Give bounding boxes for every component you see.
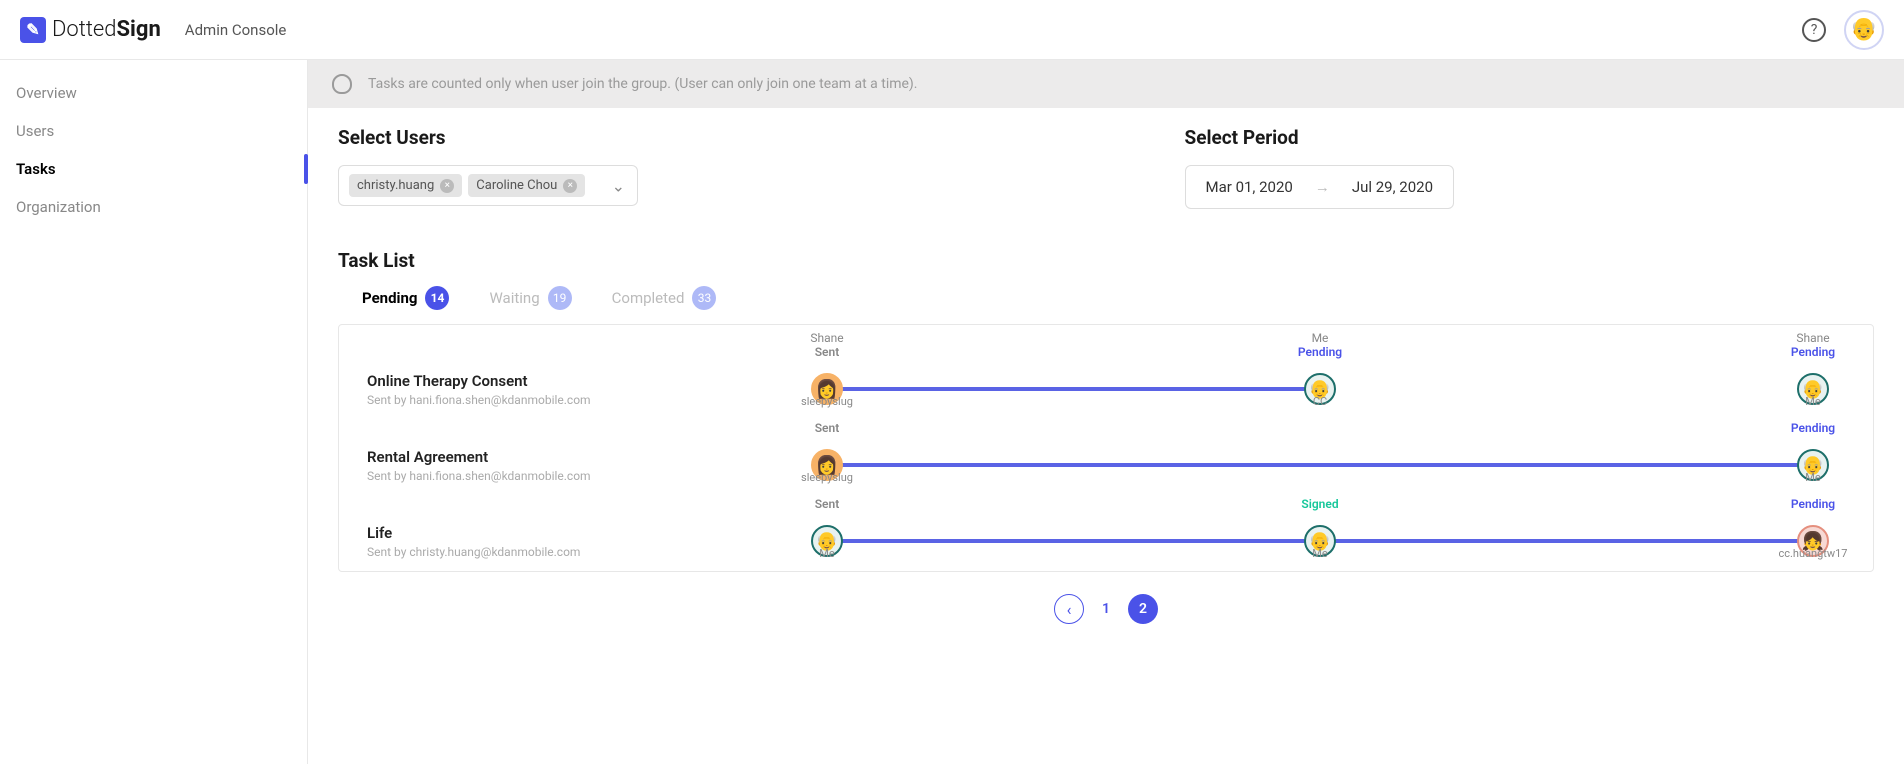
task-timeline: Sent👩sleepyslugPending👴Me (827, 427, 1813, 503)
timeline-top-label: Shane (1796, 331, 1829, 345)
timeline-node: Signed👴Me (1285, 525, 1355, 557)
node-name: CC (1260, 395, 1380, 408)
node-name: Me (1260, 547, 1380, 560)
info-bar: Tasks are counted only when user join th… (308, 60, 1904, 108)
timeline-node: Pending👴Me (1778, 373, 1848, 405)
tab-waiting[interactable]: Waiting 19 (489, 286, 571, 310)
select-users-heading: Select Users (338, 126, 638, 149)
tab-completed[interactable]: Completed 33 (612, 286, 717, 310)
logo[interactable]: ✎ DottedSign (20, 17, 161, 43)
task-subtitle: Sent by christy.huang@kdanmobile.com (367, 545, 827, 559)
timeline-node: Sent👴Me (792, 525, 862, 557)
user-avatar[interactable]: 👴 (1844, 10, 1884, 50)
pagination: ‹ 1 2 (308, 572, 1904, 646)
task-title: Online Therapy Consent (367, 372, 827, 390)
node-name: Me (1753, 395, 1873, 408)
tab-badge: 33 (692, 286, 716, 310)
sidebar: OverviewUsersTasksOrganization (0, 60, 308, 764)
arrow-right-icon: → (1315, 178, 1330, 196)
logo-bold: Sign (117, 17, 161, 42)
task-timeline: Sent👴MeSigned👴MePending👧cc.huangtw17 (827, 503, 1813, 572)
timeline-top-label: Shane (810, 331, 843, 345)
node-status: Pending (1778, 497, 1848, 511)
period-end: Jul 29, 2020 (1352, 178, 1433, 196)
node-name: Me (767, 547, 887, 560)
select-period-heading: Select Period (1185, 126, 1454, 149)
node-status: Sent (792, 421, 862, 435)
period-select[interactable]: Mar 01, 2020 → Jul 29, 2020 (1185, 165, 1454, 209)
task-subtitle: Sent by hani.fiona.shen@kdanmobile.com (367, 393, 827, 407)
tab-label: Pending (362, 289, 417, 307)
node-status: Sent (792, 345, 862, 359)
tab-label: Completed (612, 289, 685, 307)
main-content: Tasks are counted only when user join th… (308, 60, 1904, 764)
tab-label: Waiting (489, 289, 539, 307)
sidebar-item-users[interactable]: Users (0, 112, 307, 150)
chip-label: christy.huang (357, 178, 434, 193)
task-title: Rental Agreement (367, 448, 827, 466)
users-select[interactable]: christy.huang × Caroline Chou × ⌄ (338, 165, 638, 206)
logo-text: DottedSign (52, 17, 161, 42)
page-number[interactable]: 2 (1128, 594, 1158, 624)
chip-label: Caroline Chou (476, 178, 557, 193)
node-name: Me (1753, 471, 1873, 484)
chevron-down-icon[interactable]: ⌄ (612, 176, 625, 195)
page-prev-button[interactable]: ‹ (1054, 594, 1084, 624)
timeline-top-label: Me (1312, 331, 1329, 345)
chip-remove-icon[interactable]: × (563, 179, 577, 193)
period-start: Mar 01, 2020 (1206, 178, 1293, 196)
logo-thin: Dotted (52, 17, 117, 42)
task-row[interactable]: Online Therapy Consent Sent by hani.fiona… (367, 351, 1853, 427)
timeline-node: Pending👧cc.huangtw17 (1778, 525, 1848, 557)
timeline-line (827, 463, 1813, 467)
timeline-node: Pending👴Me (1778, 449, 1848, 481)
tab-badge: 14 (425, 286, 449, 310)
tab-pending[interactable]: Pending 14 (362, 286, 449, 310)
task-row[interactable]: Life Sent by christy.huang@kdanmobile.com… (367, 503, 1853, 572)
timeline-line (827, 387, 1320, 391)
task-tabs: Pending 14 Waiting 19 Completed 33 (308, 286, 1904, 324)
select-users-block: Select Users christy.huang×Caroline Chou… (338, 126, 638, 209)
sidebar-item-overview[interactable]: Overview (0, 74, 307, 112)
task-list[interactable]: Shane Me Shane Online Therapy Consent Sent b… (338, 324, 1874, 572)
sidebar-item-organization[interactable]: Organization (0, 188, 307, 226)
node-name: sleepyslug (767, 395, 887, 408)
select-period-block: Select Period Mar 01, 2020 → Jul 29, 202… (1185, 126, 1454, 209)
user-chip: christy.huang × (349, 174, 462, 197)
sidebar-item-tasks[interactable]: Tasks (0, 150, 307, 188)
timeline-node: Sent👩sleepyslug (792, 449, 862, 481)
timeline-node: Pending👴CC (1285, 373, 1355, 405)
help-icon[interactable]: ? (1802, 18, 1826, 42)
bulb-icon (332, 74, 352, 94)
user-chip: Caroline Chou × (468, 174, 585, 197)
task-timeline: Sent👩sleepyslugPending👴CCPending👴Me (827, 351, 1813, 427)
task-row[interactable]: Rental Agreement Sent by hani.fiona.shen@… (367, 427, 1853, 503)
admin-console-label: Admin Console (185, 21, 287, 39)
task-list-heading: Task List (308, 209, 1904, 286)
node-status: Sent (792, 497, 862, 511)
node-status: Signed (1285, 497, 1355, 511)
timeline-node: Sent👩sleepyslug (792, 373, 862, 405)
node-status: Pending (1778, 421, 1848, 435)
node-name: sleepyslug (767, 471, 887, 484)
task-title: Life (367, 524, 827, 542)
info-text: Tasks are counted only when user join th… (368, 76, 918, 92)
task-subtitle: Sent by hani.fiona.shen@kdanmobile.com (367, 469, 827, 483)
node-status: Pending (1778, 345, 1848, 359)
tab-badge: 19 (548, 286, 572, 310)
logo-icon: ✎ (20, 17, 46, 43)
node-status: Pending (1285, 345, 1355, 359)
app-header: ✎ DottedSign Admin Console ? 👴 (0, 0, 1904, 60)
page-number[interactable]: 1 (1102, 601, 1110, 617)
node-name: cc.huangtw17 (1753, 547, 1873, 560)
chip-remove-icon[interactable]: × (440, 179, 454, 193)
